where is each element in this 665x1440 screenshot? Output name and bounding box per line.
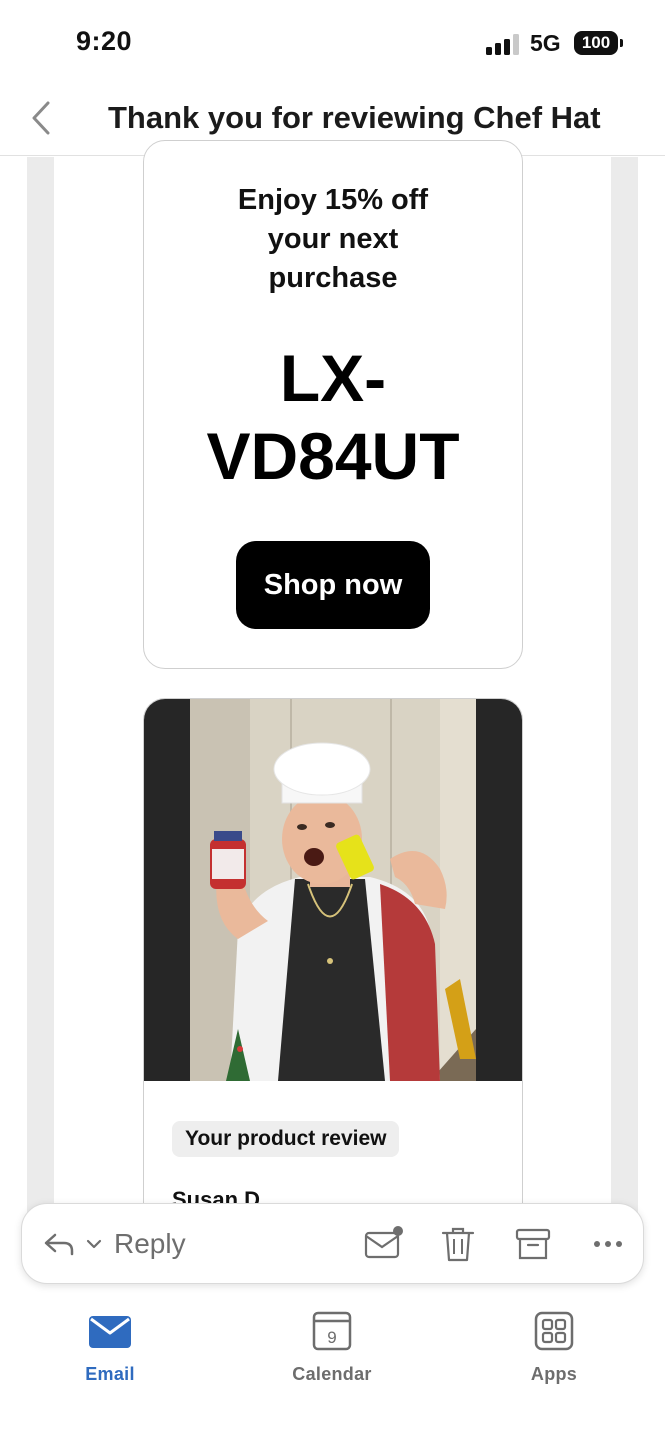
nav-apps[interactable]: Apps [484, 1308, 624, 1385]
trash-icon[interactable] [438, 1224, 478, 1264]
reply-label: Reply [114, 1228, 186, 1259]
nav-calendar-label: Calendar [292, 1364, 372, 1384]
coupon-code-line2: VD84UT [206, 419, 460, 493]
nav-email[interactable]: Email [40, 1308, 180, 1385]
cellular-signal-icon [486, 33, 520, 55]
email-subject: Thank you for reviewing Chef Hat [108, 100, 601, 135]
bottom-navigation: Email 9 Calendar Apps [0, 1296, 665, 1440]
coupon-code-line1: LX- [279, 341, 387, 415]
battery-icon: 100 [574, 31, 623, 55]
status-bar: 9:20 5G 100 [0, 0, 665, 88]
reply-icon [44, 1233, 74, 1256]
chevron-down-icon[interactable] [84, 1234, 104, 1254]
network-type: 5G [530, 30, 561, 56]
apps-grid-icon [534, 1311, 574, 1351]
clock-time: 9:20 [76, 26, 133, 56]
coupon-card: Enjoy 15% off your next purchase LX- VD8… [143, 140, 523, 669]
message-action-bar: Reply [21, 1203, 644, 1284]
your-product-review-label: Your product review [172, 1121, 400, 1157]
nav-calendar[interactable]: 9 Calendar [262, 1308, 402, 1385]
calendar-date: 9 [327, 1328, 336, 1347]
review-photo-frame [144, 699, 522, 1081]
review-card: Your product review Susan D [143, 698, 523, 1238]
nav-apps-label: Apps [530, 1364, 578, 1384]
mail-icon [89, 1316, 131, 1348]
chevron-left-icon[interactable] [28, 98, 58, 138]
reply-button[interactable]: Reply [42, 1222, 186, 1266]
review-photo[interactable] [190, 699, 476, 1081]
mark-unread-icon[interactable] [363, 1224, 403, 1264]
more-icon[interactable] [588, 1224, 628, 1264]
shop-now-button[interactable]: Shop now [236, 541, 430, 629]
coupon-code: LX- VD84UT [144, 339, 522, 495]
calendar-icon: 9 [312, 1311, 352, 1351]
coupon-offer-text: Enjoy 15% off your next purchase [237, 184, 429, 294]
nav-email-label: Email [85, 1364, 135, 1384]
archive-icon[interactable] [513, 1224, 553, 1264]
